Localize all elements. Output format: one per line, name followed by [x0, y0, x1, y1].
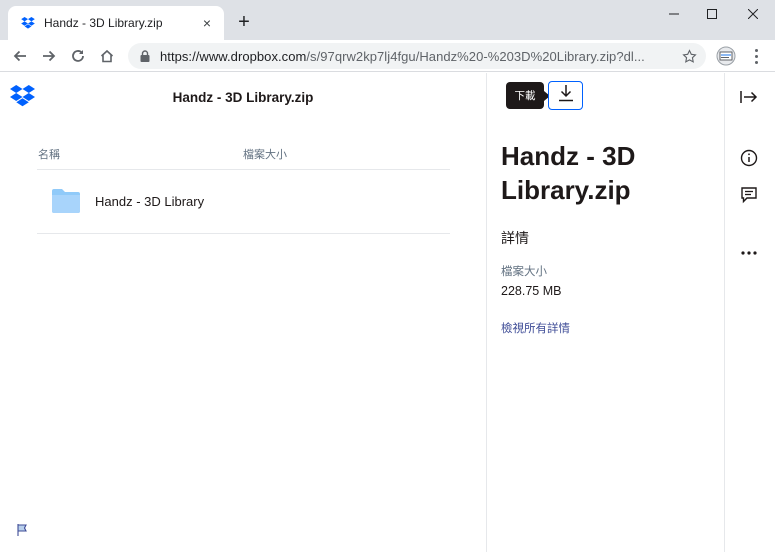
view-all-details-link[interactable]: 檢視所有詳情 [501, 320, 570, 336]
rail-divider [724, 73, 725, 552]
new-tab-button[interactable]: + [234, 12, 254, 32]
download-icon [558, 84, 574, 107]
browser-titlebar: Handz - 3D Library.zip × + [0, 0, 775, 40]
back-arrow-icon[interactable] [8, 44, 32, 68]
sidebar-file-title: Handz - 3D Library.zip [501, 141, 636, 205]
folder-icon [52, 189, 80, 213]
column-header-name[interactable]: 名稱 [38, 146, 60, 162]
page-title: Handz - 3D Library.zip [172, 90, 314, 105]
flag-icon[interactable] [16, 523, 30, 537]
row-name: Handz - 3D Library [95, 194, 205, 209]
url-host: https://www.dropbox.com [160, 48, 307, 64]
url-text: https://www.dropbox.com/s/97qrw2kp7lj4fg… [160, 49, 680, 64]
bookmark-star-icon[interactable] [680, 47, 698, 65]
file-size-label: 檔案大小 [501, 266, 547, 278]
download-button[interactable] [548, 81, 583, 110]
browser-menu-icon[interactable] [746, 46, 766, 66]
home-icon[interactable] [95, 44, 119, 68]
address-bar[interactable]: https://www.dropbox.com/s/97qrw2kp7lj4fg… [128, 43, 706, 69]
browser-tab[interactable]: Handz - 3D Library.zip × [8, 6, 224, 40]
tab-close-icon[interactable]: × [198, 14, 216, 32]
comment-icon[interactable] [737, 183, 761, 207]
close-window-icon[interactable] [731, 0, 775, 28]
forward-arrow-icon[interactable] [37, 44, 61, 68]
browser-toolbar: https://www.dropbox.com/s/97qrw2kp7lj4fg… [0, 40, 775, 72]
url-path: /s/97qrw2kp7lj4fgu/Handz%20-%203D%20Libr… [306, 48, 645, 64]
download-tooltip: 下載 [506, 82, 550, 109]
panel-divider [486, 73, 487, 552]
dropbox-preview-page: Handz - 3D Library.zip 名稱 檔案大小 Handz - 3… [0, 73, 775, 552]
maximize-icon[interactable] [690, 0, 734, 28]
details-heading: 詳情 [501, 230, 529, 246]
column-header-size[interactable]: 檔案大小 [243, 146, 287, 162]
collapse-arrow-icon[interactable] [737, 85, 761, 109]
dropbox-favicon-icon [20, 15, 36, 31]
extension-icon[interactable] [716, 46, 736, 66]
info-icon[interactable] [737, 146, 761, 170]
more-icon[interactable] [737, 241, 761, 265]
reload-icon[interactable] [66, 44, 90, 68]
file-size-value: 228.75 MB [501, 284, 562, 298]
lock-icon[interactable] [138, 49, 152, 63]
tab-title: Handz - 3D Library.zip [44, 16, 163, 30]
table-row[interactable]: Handz - 3D Library [37, 170, 450, 234]
